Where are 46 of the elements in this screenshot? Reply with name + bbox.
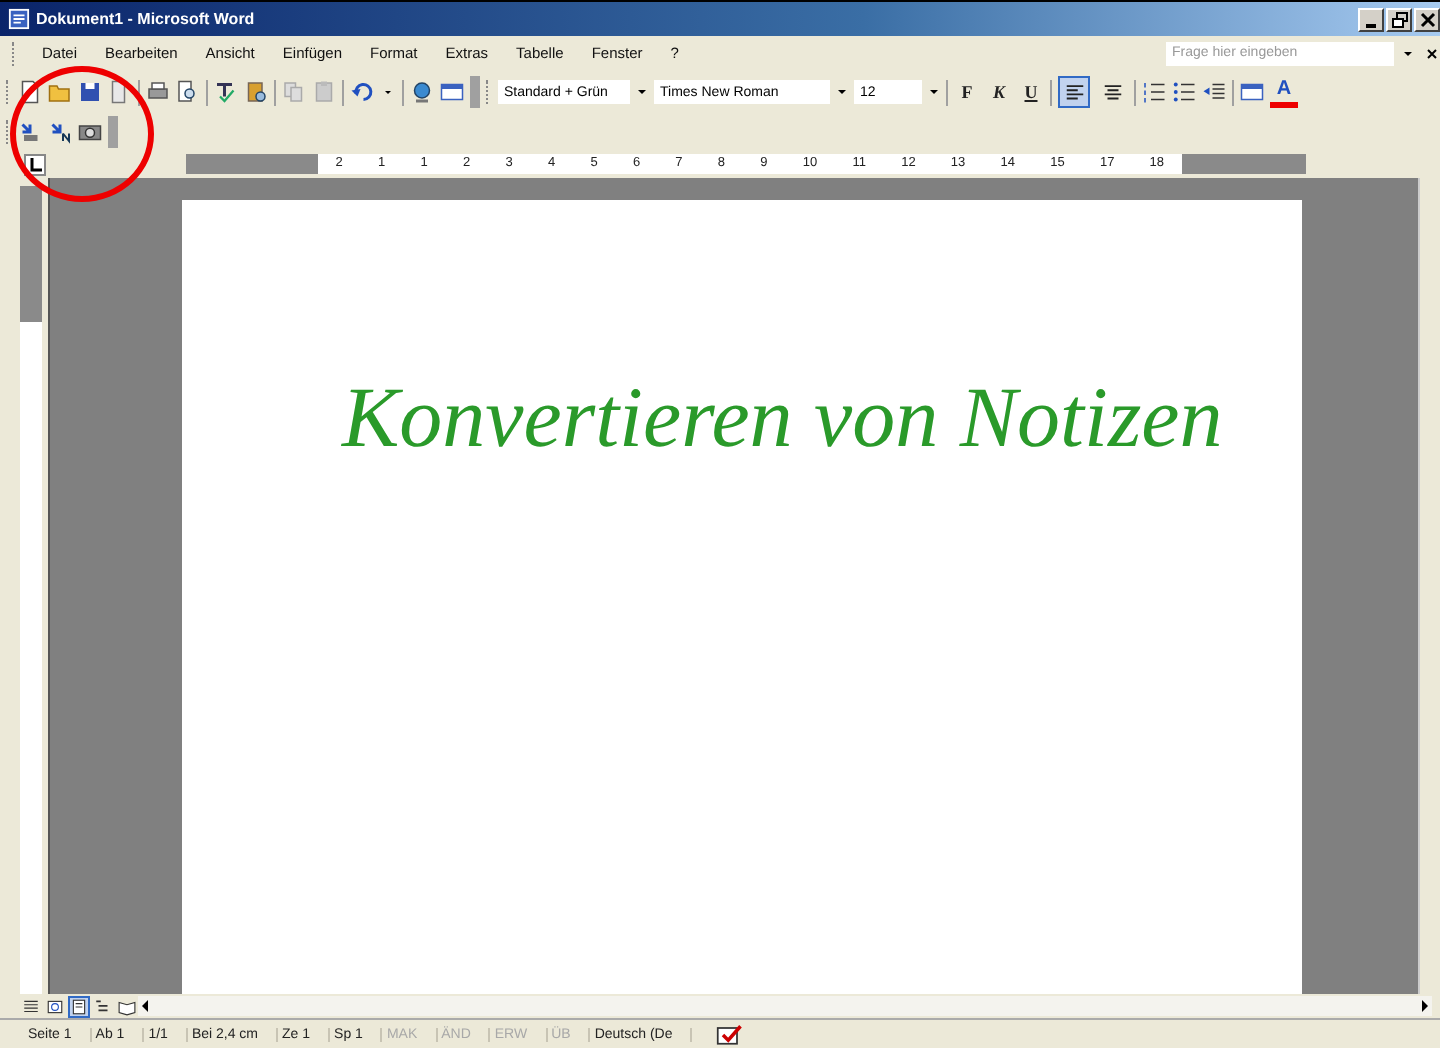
document-icon	[8, 8, 30, 30]
dropdown-arrow-icon[interactable]	[636, 86, 648, 98]
close-button[interactable]	[1414, 7, 1440, 31]
scroll-left-arrow-icon[interactable]	[138, 998, 154, 1014]
indent-icon[interactable]	[1202, 80, 1226, 104]
minimize-button[interactable]	[1358, 7, 1384, 31]
dropdown-arrow-icon[interactable]	[928, 86, 940, 98]
spelling-check-icon[interactable]	[214, 80, 238, 104]
dropdown-arrow-icon[interactable]	[1402, 47, 1414, 59]
toolbar-grip[interactable]	[108, 116, 118, 148]
font-color-button[interactable]: A	[1270, 77, 1298, 107]
book-icon[interactable]	[244, 80, 268, 104]
undo-arrow-icon[interactable]	[350, 80, 374, 104]
toolbar-grip[interactable]	[486, 80, 492, 104]
close-icon[interactable]	[1419, 11, 1435, 27]
restore-button[interactable]	[1386, 7, 1412, 31]
window-title: Dokument1 - Microsoft Word	[36, 10, 255, 28]
toolbar-grip[interactable]	[470, 76, 480, 108]
bulleted-list-icon[interactable]	[1172, 80, 1196, 104]
ink-convert-icon[interactable]	[18, 120, 42, 144]
numbered-list-icon[interactable]	[1142, 80, 1166, 104]
ruler-margin	[186, 154, 318, 174]
table-icon[interactable]	[440, 80, 464, 104]
globe-icon[interactable]	[410, 80, 434, 104]
close-document-button[interactable]	[1422, 43, 1440, 63]
italic-button[interactable]: K	[986, 78, 1012, 106]
highlight-circle	[10, 66, 154, 202]
toolbar-grip[interactable]	[12, 41, 18, 65]
dropdown-arrow-icon[interactable]	[836, 86, 848, 98]
horizontal-scrollbar[interactable]	[138, 996, 1432, 1016]
ink-convert-icon[interactable]	[48, 120, 72, 144]
spelling-status-icon[interactable]	[716, 1023, 745, 1045]
printer-icon[interactable]	[146, 80, 170, 104]
scroll-right-arrow-icon[interactable]	[1416, 998, 1432, 1014]
underline-button[interactable]: U	[1018, 78, 1044, 106]
close-icon[interactable]	[1425, 47, 1437, 59]
restore-icon[interactable]	[1391, 11, 1407, 27]
handwritten-text: Konvertieren von Notizen	[342, 370, 1225, 468]
toolbar-grip[interactable]	[6, 120, 12, 144]
folder-icon[interactable]	[48, 80, 72, 104]
ruler-margin	[1182, 154, 1306, 174]
camera-icon[interactable]	[78, 120, 102, 144]
bold-button[interactable]: F	[954, 78, 980, 106]
page-magnifier-icon[interactable]	[176, 80, 200, 104]
toolbar-grip[interactable]	[6, 80, 12, 104]
clipboard-icon[interactable]	[312, 80, 336, 104]
